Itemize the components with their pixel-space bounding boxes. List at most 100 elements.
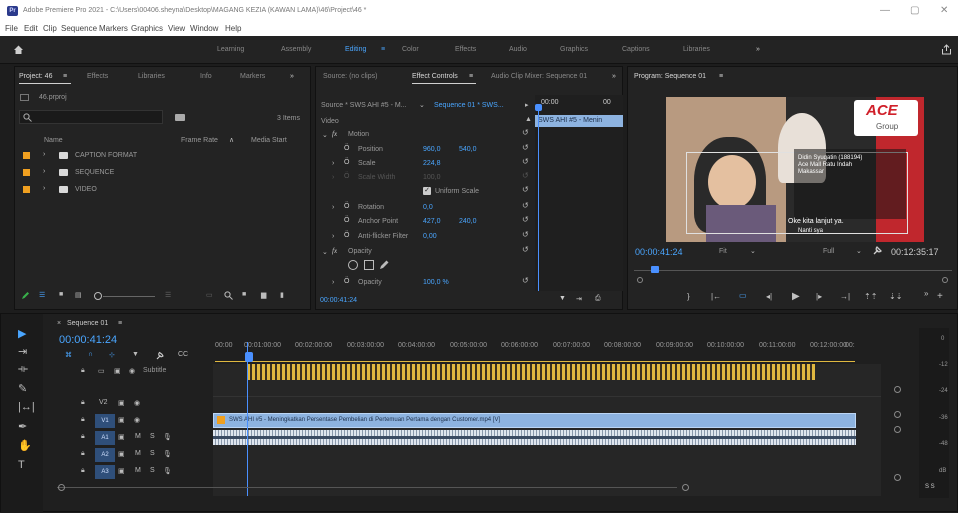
timeline-timecode[interactable]: 00:00:41:24	[59, 334, 117, 346]
stopwatch-icon[interactable]: Ö	[344, 278, 349, 285]
ellipse-mask-icon[interactable]	[348, 260, 358, 270]
uniform-scale-checkbox[interactable]: ✓	[423, 187, 431, 195]
rectangle-mask-icon[interactable]	[364, 260, 374, 270]
toggle-output-icon[interactable]: ▣	[118, 416, 125, 424]
workspace-color[interactable]: Color	[402, 46, 419, 53]
reset-anchor-icon[interactable]: ↺	[522, 215, 529, 224]
label-color-swatch[interactable]	[23, 169, 30, 176]
track-header-a2[interactable]: 🔒︎ A2 ▣ M S 🎙︎	[43, 447, 213, 463]
reset-position-icon[interactable]: ↺	[522, 143, 529, 152]
tab-program[interactable]: Program: Sequence 01	[634, 73, 706, 80]
menu-window[interactable]: Window	[190, 24, 218, 33]
toggle-output-icon[interactable]: ▣	[118, 399, 125, 407]
stopwatch-icon[interactable]: Ö	[344, 203, 349, 210]
work-area-bar[interactable]	[215, 358, 855, 362]
workspace-audio[interactable]: Audio	[509, 46, 527, 53]
wrench-icon[interactable]	[872, 245, 883, 256]
add-marker-icon[interactable]: ▼	[132, 351, 139, 358]
workspace-libraries[interactable]: Libraries	[683, 46, 710, 53]
toggle-output-icon[interactable]: ▣	[114, 367, 121, 375]
voice-over-icon[interactable]: 🎙︎	[163, 450, 172, 458]
workspace-editing[interactable]: Editing	[345, 46, 366, 53]
export-frame-icon[interactable]: ⎙	[595, 295, 601, 303]
timeline-playhead[interactable]	[247, 342, 248, 496]
scroll-up-icon[interactable]: ▲	[525, 116, 532, 123]
track-header-v2[interactable]: 🔒︎ V2 ▣ ◉	[43, 396, 213, 412]
insert-nested-icon[interactable]: ⊹	[109, 351, 115, 359]
icon-view-icon[interactable]: ■	[59, 291, 63, 298]
effect-controls-menu-icon[interactable]: ≡	[469, 73, 473, 80]
anchor-y-value[interactable]: 240,0	[459, 218, 477, 225]
label-color-swatch[interactable]	[23, 152, 30, 159]
fit-dropdown[interactable]: Fit	[719, 248, 727, 255]
expand-chevron-icon[interactable]: ›	[43, 185, 45, 192]
voice-over-icon[interactable]: 🎙︎	[163, 433, 172, 441]
step-back-icon[interactable]: ◂|	[766, 292, 772, 301]
reset-scale-icon[interactable]: ↺	[522, 157, 529, 166]
pencil-icon[interactable]	[21, 291, 30, 300]
expand-chevron-icon[interactable]: ›	[332, 204, 334, 211]
share-icon[interactable]	[941, 44, 952, 55]
expand-chevron-icon[interactable]: ›	[332, 174, 334, 181]
tab-markers[interactable]: Markers	[240, 73, 265, 80]
workspace-overflow[interactable]: »	[756, 46, 760, 53]
lock-icon[interactable]: 🔒︎	[81, 367, 85, 375]
toggle-sync-lock-icon[interactable]: ▣	[118, 433, 125, 441]
tab-info[interactable]: Info	[200, 73, 212, 80]
home-icon[interactable]	[13, 44, 24, 55]
workspace-graphics[interactable]: Graphics	[560, 46, 588, 53]
lock-icon[interactable]: 🔒︎	[81, 433, 85, 441]
close-button[interactable]: ✕	[940, 5, 948, 16]
minimize-button[interactable]: —	[880, 5, 890, 16]
snap-icon[interactable]: ⌘	[65, 351, 72, 359]
menu-markers[interactable]: Markers	[99, 24, 128, 33]
new-bin-from-search-icon[interactable]	[175, 114, 185, 121]
pen-mask-icon[interactable]	[379, 259, 390, 270]
quality-dropdown-icon[interactable]: ⌄	[856, 247, 862, 255]
visibility-icon[interactable]: ◉	[129, 367, 135, 375]
reset-uniform-icon[interactable]: ↺	[522, 185, 529, 194]
expand-chevron-icon[interactable]: ›	[43, 168, 45, 175]
maximize-button[interactable]: ▢	[910, 5, 919, 16]
position-x-value[interactable]: 960,0	[423, 146, 441, 153]
expand-chevron-icon[interactable]: ›	[332, 279, 334, 286]
timeline-settings-icon[interactable]	[155, 351, 165, 361]
tab-source[interactable]: Source: (no clips)	[323, 73, 377, 80]
audio-clip[interactable]	[213, 430, 856, 445]
source-clip-label[interactable]: Source * SWS AHI #5 - M...	[321, 102, 407, 109]
subtitle-track-icon[interactable]: ▭	[98, 367, 105, 375]
list-item[interactable]: › SEQUENCE	[15, 166, 312, 180]
pen-tool-icon[interactable]: ✒	[18, 420, 27, 433]
effect-mini-timeline[interactable]: 00:00 00 SWS AHI #5 - Menin	[535, 95, 623, 291]
timeline-playhead-handle[interactable]	[245, 352, 253, 362]
menu-clip[interactable]: Clip	[43, 24, 57, 33]
v-scroll-handle[interactable]	[894, 386, 901, 393]
fx-badge-icon[interactable]: fx	[332, 247, 337, 255]
h-scroll-track[interactable]	[57, 487, 677, 488]
tab-project[interactable]: Project: 46	[19, 73, 52, 80]
track-header-v1[interactable]: 🔒︎ V1 ▣ ◉	[43, 413, 213, 429]
voice-over-icon[interactable]: 🎙︎	[163, 467, 172, 475]
program-timecode[interactable]: 00:00:41:24	[635, 247, 683, 257]
add-button-icon[interactable]: +	[937, 291, 943, 302]
track-target-a2[interactable]: A2	[95, 448, 115, 462]
video-clip[interactable]: SWS AHI #5 - Meningkatkan Persentase Pem…	[213, 413, 856, 428]
zoom-slider-track[interactable]	[103, 296, 155, 297]
opacity-value[interactable]: 100,0 %	[423, 279, 449, 286]
filter-icon[interactable]: ▼	[559, 295, 566, 302]
scale-value[interactable]: 224,8	[423, 160, 441, 167]
stopwatch-icon[interactable]: Ö	[344, 145, 349, 152]
tracks-area[interactable]: SWS AHI #5 - Meningkatkan Persentase Pem…	[213, 342, 881, 496]
menu-view[interactable]: View	[168, 24, 185, 33]
a-scroll-handle[interactable]	[894, 426, 901, 433]
column-media-start[interactable]: Media Start	[251, 137, 287, 144]
reset-opacity-icon[interactable]: ↺	[522, 276, 529, 285]
solo-button[interactable]: S	[150, 467, 155, 474]
go-to-out-icon[interactable]: →|	[840, 292, 850, 301]
track-header-subtitle[interactable]: 🔒︎ ▭ ▣ ◉ Subtitle	[43, 364, 213, 380]
solo-meter-buttons[interactable]: S S	[925, 484, 935, 490]
list-view-icon[interactable]: ☰	[39, 291, 45, 299]
automate-to-sequence-icon[interactable]: ▭	[206, 291, 213, 299]
a-scroll-handle[interactable]	[894, 474, 901, 481]
find-icon[interactable]	[224, 291, 233, 300]
